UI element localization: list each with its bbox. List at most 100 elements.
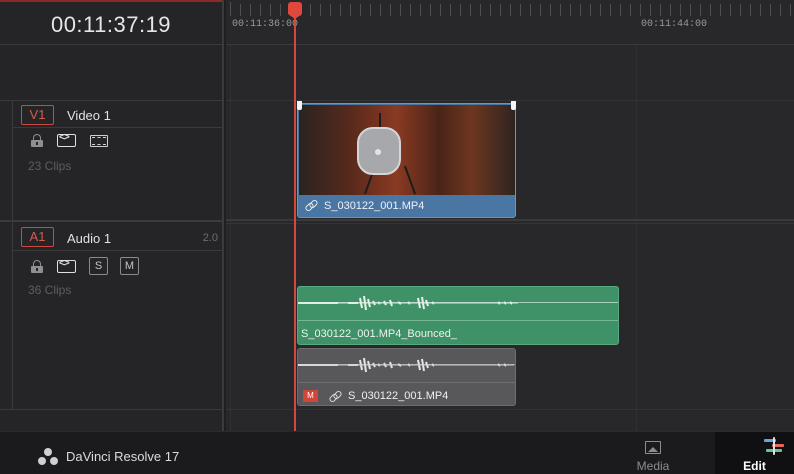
timecode-value: 00:11:37:19: [50, 12, 172, 37]
timeline-area[interactable]: 00:11:36:00 00:11:44:00 S_030122_001.MP4: [226, 0, 794, 431]
divider: [226, 223, 794, 224]
audio-clip-bounced-name: S_030122_001.MP4_Bounced_: [301, 328, 457, 340]
ruler-tick: [340, 4, 341, 16]
audio-track-name[interactable]: Audio 1: [67, 231, 111, 246]
ruler-tick: [530, 4, 531, 16]
ruler-tick: [250, 4, 251, 16]
ruler-tick: [320, 4, 321, 16]
ruler-tick: [760, 4, 761, 16]
ruler-tick: [620, 4, 621, 16]
playhead-handle[interactable]: [288, 2, 302, 19]
ruler-tick: [720, 4, 721, 16]
davinci-logo-icon: [38, 448, 58, 466]
ruler-tick: [560, 4, 561, 16]
edit-page-icon: [764, 437, 784, 455]
track-destination-v1[interactable]: V1: [21, 105, 54, 125]
ruler-tick: [500, 4, 501, 16]
ruler-tick: [390, 4, 391, 16]
audio-clip-count: 36 Clips: [28, 283, 72, 297]
video-clip-count: 23 Clips: [28, 159, 72, 173]
ruler-tick: [680, 4, 681, 16]
tab-media-label: Media: [636, 459, 670, 473]
ruler-tick: [380, 4, 381, 16]
lane-divider: [298, 320, 618, 321]
timecode-ruler[interactable]: 00:11:36:00 00:11:44:00: [226, 0, 794, 45]
ruler-tick: [750, 4, 751, 16]
tab-media[interactable]: Media: [624, 432, 682, 474]
ruler-tick: [670, 4, 671, 16]
media-page-icon: [645, 441, 661, 454]
divider: [13, 250, 223, 251]
tab-edit-label: Edit: [743, 459, 766, 473]
audio-clip-original[interactable]: M S_030122_001.MP4: [297, 348, 516, 406]
ruler-tick: [780, 4, 781, 16]
divider: [13, 127, 223, 128]
ruler-tick: [580, 4, 581, 16]
ruler-tick: [770, 4, 771, 16]
ruler-tick: [570, 4, 571, 16]
auto-select-icon[interactable]: [57, 258, 76, 273]
ruler-tick: [480, 4, 481, 16]
grid-line: [636, 45, 637, 431]
ruler-tick: [450, 4, 451, 16]
audio-clip-bounced[interactable]: S_030122_001.MP4_Bounced_: [297, 286, 619, 345]
ruler-tick: [410, 4, 411, 16]
ruler-tick: [230, 2, 231, 16]
track-divider: [0, 220, 222, 222]
audio-channel-format: 2.0: [202, 232, 218, 244]
lock-icon[interactable]: [31, 134, 43, 147]
ruler-tick: [650, 4, 651, 16]
ruler-tick: [420, 4, 421, 16]
app-name: DaVinci Resolve 17: [66, 449, 180, 464]
track-divider: [0, 409, 222, 410]
audio-track-header: A1 Audio 1 2.0 S M 36 Clips: [12, 222, 223, 409]
lock-icon[interactable]: [31, 260, 43, 273]
ruler-tick: [710, 4, 711, 16]
ruler-tick: [370, 4, 371, 16]
track-header-panel: 00:11:37:19 V1 Video 1 23 Clips A1 Audio…: [0, 0, 224, 431]
ruler-tick: [790, 4, 791, 16]
mute-button[interactable]: M: [120, 257, 139, 275]
ruler-tick: [400, 4, 401, 16]
ruler-tick: [270, 4, 271, 16]
link-icon: [305, 200, 316, 211]
trim-handle-left[interactable]: [297, 101, 302, 110]
video-clip-name: S_030122_001.MP4: [324, 200, 425, 212]
ruler-tick: [590, 4, 591, 16]
ruler-label: 00:11:36:00: [232, 19, 299, 30]
ruler-tick: [330, 4, 331, 16]
tab-edit[interactable]: Edit: [715, 432, 794, 474]
divider: [226, 100, 794, 101]
page-navigation-bar: DaVinci Resolve 17 Media Edit: [0, 431, 794, 474]
timecode-display: 00:11:37:19: [0, 0, 222, 45]
track-divider: [226, 219, 794, 221]
audio-clip-original-name: S_030122_001.MP4: [348, 390, 449, 402]
ruler-tick: [430, 4, 431, 16]
ruler-tick: [310, 4, 311, 16]
ruler-tick: [260, 4, 261, 16]
lane-divider: [298, 382, 515, 383]
ruler-tick: [350, 4, 351, 16]
video-track-header: V1 Video 1 23 Clips: [12, 100, 223, 220]
link-icon: [329, 391, 340, 402]
playhead-line[interactable]: [294, 10, 296, 431]
ruler-tick: [600, 4, 601, 16]
video-clip[interactable]: S_030122_001.MP4: [297, 103, 516, 218]
track-destination-a1[interactable]: A1: [21, 227, 54, 247]
waveform: [298, 295, 518, 311]
ruler-tick: [440, 4, 441, 16]
ruler-tick: [460, 4, 461, 16]
trim-handle-right[interactable]: [511, 101, 516, 110]
auto-select-icon[interactable]: [57, 132, 76, 147]
ruler-tick: [520, 4, 521, 16]
divider: [226, 409, 794, 410]
ruler-tick: [700, 4, 701, 16]
ruler-tick: [610, 4, 611, 16]
ruler-tick: [490, 4, 491, 16]
video-monitor-icon[interactable]: [90, 135, 108, 147]
solo-button[interactable]: S: [89, 257, 108, 275]
ruler-tick: [360, 4, 361, 16]
ruler-tick: [660, 4, 661, 16]
waveform: [298, 357, 514, 373]
video-track-name[interactable]: Video 1: [67, 108, 111, 123]
